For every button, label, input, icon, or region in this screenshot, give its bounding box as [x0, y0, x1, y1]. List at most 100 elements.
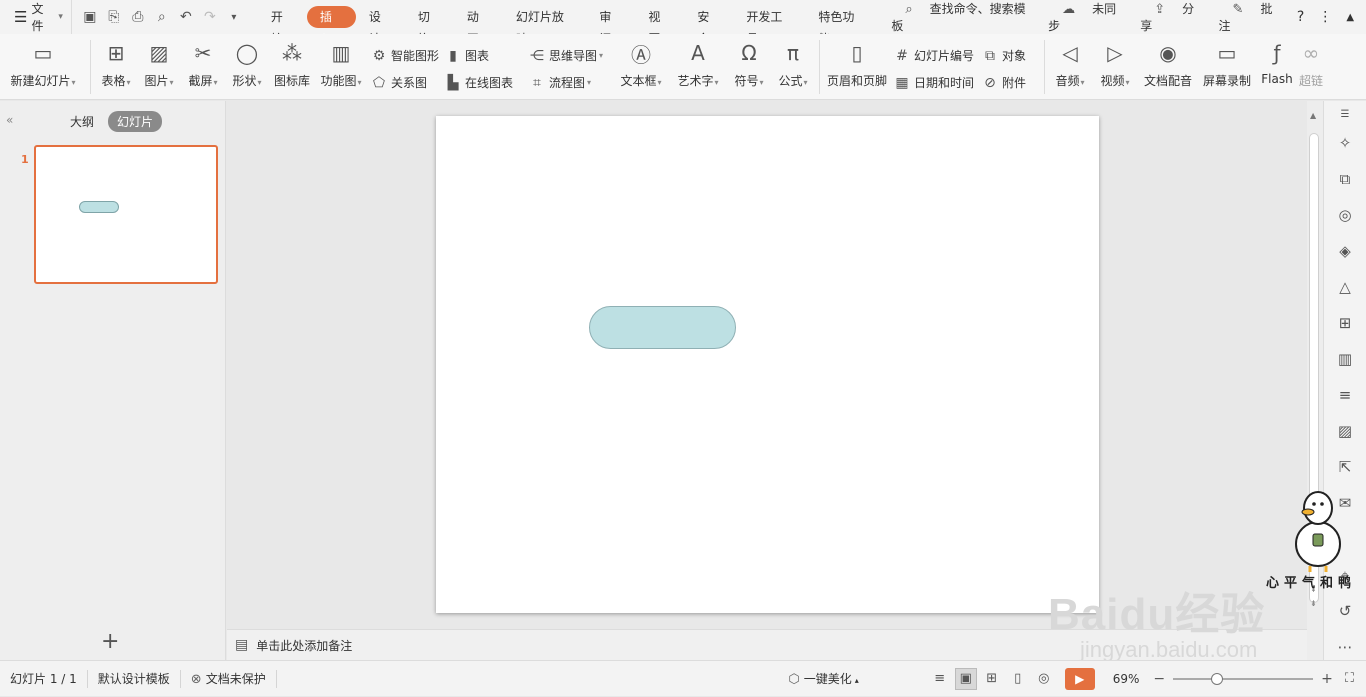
slide-number-button[interactable]: # 幻灯片编号: [894, 42, 982, 69]
shapes-icon[interactable]: ◎: [1335, 205, 1355, 225]
tab-review[interactable]: 审阅: [586, 6, 635, 46]
formula-button[interactable]: π 公式▾: [771, 34, 815, 100]
attachment-button[interactable]: ⊘ 附件: [982, 69, 1040, 96]
location-icon[interactable]: ◈: [1335, 241, 1355, 261]
normal-view-icon[interactable]: ▣: [954, 667, 977, 690]
zoom-in-icon[interactable]: +: [1321, 671, 1333, 687]
hyperlink-button[interactable]: ∞ 超链: [1297, 34, 1325, 100]
image-icon[interactable]: ▨: [1335, 421, 1355, 441]
settings-sliders-icon[interactable]: ≡: [1335, 385, 1355, 405]
export-icon[interactable]: ⇱: [1335, 457, 1355, 477]
slide-panel: « 大纲 幻灯片 1 +: [0, 101, 226, 660]
customize-icon[interactable]: ▾: [222, 12, 246, 23]
textbox-button[interactable]: Ⓐ 文本框▾: [613, 34, 669, 100]
tab-developer[interactable]: 开发工具: [733, 6, 805, 46]
tab-design[interactable]: 设计: [356, 6, 405, 46]
video-button[interactable]: ▷ 视频▾: [1091, 34, 1139, 100]
smart-art-button[interactable]: ⚙ 智能图形: [371, 42, 445, 69]
zoom-slider[interactable]: [1173, 672, 1314, 685]
copy-icon[interactable]: ⧉: [1335, 169, 1355, 189]
wordart-button[interactable]: A 艺术字▾: [669, 34, 727, 100]
zoom-out-icon[interactable]: −: [1153, 671, 1165, 687]
tab-home[interactable]: 开始: [258, 6, 307, 46]
audio-button[interactable]: ◁ 音频▾: [1049, 34, 1091, 100]
magic-icon[interactable]: ✧: [1335, 133, 1355, 153]
new-slide-button[interactable]: ▭ 新建幻灯片▾: [0, 34, 86, 100]
more-down-icon[interactable]: ⋯: [1335, 637, 1355, 657]
relation-chart-button[interactable]: ⬠ 关系图: [371, 69, 445, 96]
flowchart-button[interactable]: ⌗ 流程图 ▾: [529, 69, 613, 96]
presenter-view-icon[interactable]: ◎: [1033, 668, 1055, 690]
header-footer-button[interactable]: ▯ 页眉和页脚: [824, 34, 890, 100]
screenshot-button[interactable]: ✂ 截屏▾: [181, 34, 225, 100]
picture-button[interactable]: ▨ 图片▾: [137, 34, 181, 100]
print-icon[interactable]: ⎙: [126, 9, 150, 25]
collapse-ribbon-icon[interactable]: ▲: [1346, 12, 1354, 23]
history-icon[interactable]: ↺: [1335, 601, 1355, 621]
redo-icon[interactable]: ↷: [198, 9, 222, 25]
format-painter-icon[interactable]: ⎘: [102, 9, 126, 25]
notes-placeholder: 单击此处添加备注: [256, 638, 353, 653]
share-button[interactable]: ⇪ 分享: [1140, 0, 1204, 34]
shape-button[interactable]: ◯ 形状▾: [225, 34, 269, 100]
scroll-up-icon[interactable]: ▲: [1310, 111, 1316, 120]
fit-window-icon[interactable]: ⛶: [1345, 671, 1354, 686]
tab-animation[interactable]: 动画: [454, 6, 503, 46]
zoom-level[interactable]: 69%: [1113, 672, 1140, 686]
tab-slideshow[interactable]: 幻灯片放映: [503, 6, 586, 46]
zoom-slider-knob[interactable]: [1211, 672, 1224, 685]
rounded-rectangle-shape[interactable]: [589, 306, 736, 349]
flash-button[interactable]: ƒ Flash: [1257, 34, 1297, 100]
mind-map-button[interactable]: ⋲ 思维导图 ▾: [529, 42, 613, 69]
play-slideshow-button[interactable]: ▶: [1064, 667, 1095, 690]
command-search[interactable]: ⌕ 查找命令、搜索模板: [891, 0, 1034, 34]
print-preview-icon[interactable]: ⌕: [150, 9, 174, 25]
icon-library-button[interactable]: ⁂ 图标库: [269, 34, 315, 100]
comment-button[interactable]: ✎ 批注: [1219, 0, 1283, 34]
tab-view[interactable]: 视图: [635, 6, 684, 46]
chart-button[interactable]: ▮ 图表: [445, 42, 523, 69]
doc-dub-button[interactable]: ◉ 文档配音: [1139, 34, 1197, 100]
tab-slides[interactable]: 幻灯片: [108, 110, 163, 132]
screen-record-label: 屏幕录制: [1202, 74, 1251, 88]
grid-icon[interactable]: ⊞: [1335, 313, 1355, 333]
omega-icon: Ω: [741, 41, 757, 65]
tab-features[interactable]: 特色功能: [805, 6, 877, 46]
slide[interactable]: [436, 116, 1099, 613]
slide-thumbnail[interactable]: [34, 145, 218, 284]
align-icon[interactable]: ≡: [929, 668, 951, 690]
design-template[interactable]: 默认设计模板: [88, 670, 180, 687]
beautify-button[interactable]: ⬡ 一键美化 ▴: [778, 670, 868, 687]
collapse-panel-icon[interactable]: «: [6, 113, 13, 127]
add-slide-icon[interactable]: +: [101, 629, 119, 654]
tab-insert[interactable]: 插入: [306, 6, 356, 46]
link-icon: ∞: [1302, 41, 1320, 65]
symbol-button[interactable]: Ω 符号▾: [727, 34, 771, 100]
tab-transition[interactable]: 切换: [405, 6, 454, 46]
online-chart-button[interactable]: ▙ 在线图表: [445, 69, 523, 96]
ribbon-insert: ▭ 新建幻灯片▾ ⊞ 表格▾ ▨ 图片▾ ✂ 截屏▾ ◯ 形状▾ ⁂ 图标库 ▥…: [0, 34, 1366, 100]
sync-button[interactable]: ☁ 未同步: [1048, 0, 1126, 34]
more-icon[interactable]: ⋮: [1318, 9, 1332, 25]
triangle-icon[interactable]: △: [1335, 277, 1355, 297]
table-button[interactable]: ⊞ 表格▾: [95, 34, 137, 100]
protect-status[interactable]: ⊗ 文档未保护: [181, 670, 276, 687]
attachment-label: 附件: [1002, 76, 1027, 90]
microphone-icon: ◉: [1159, 41, 1177, 65]
function-chart-button[interactable]: ▥ 功能图▾: [315, 34, 367, 100]
next-slide-icon[interactable]: ⇟: [1310, 599, 1317, 608]
screen-record-button[interactable]: ▭ 屏幕录制: [1197, 34, 1257, 100]
file-menu[interactable]: ☰ 文件 ▾: [0, 0, 71, 34]
bar-chart-icon[interactable]: ▥: [1335, 349, 1355, 369]
save-icon[interactable]: ▣: [78, 9, 102, 25]
reading-view-icon[interactable]: ▯: [1007, 668, 1029, 690]
sidebar-menu-icon[interactable]: ☰: [1335, 105, 1355, 125]
object-button[interactable]: ⧉ 对象: [982, 42, 1040, 69]
online-chart-icon: ▙: [447, 74, 459, 91]
undo-icon[interactable]: ↶: [174, 9, 198, 25]
help-icon[interactable]: ?: [1297, 9, 1304, 25]
tab-outline[interactable]: 大纲: [70, 113, 94, 130]
date-time-button[interactable]: ▦ 日期和时间: [894, 69, 982, 96]
tab-security[interactable]: 安全: [684, 6, 733, 46]
slide-sorter-icon[interactable]: ⊞: [981, 668, 1003, 690]
